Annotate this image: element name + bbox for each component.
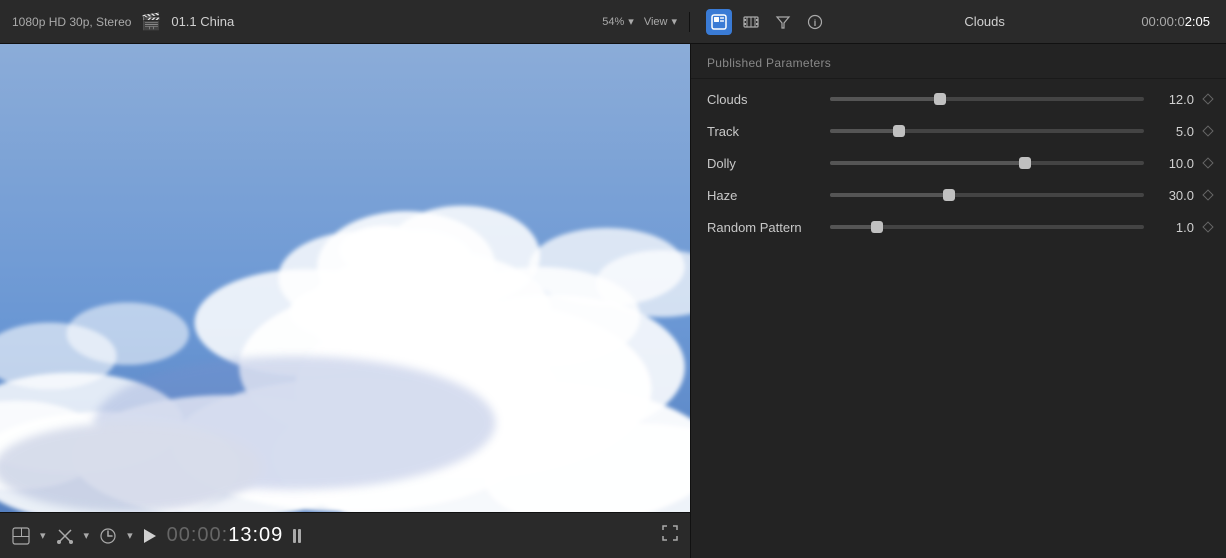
param-row: Random Pattern 1.0 xyxy=(691,211,1226,243)
param-slider-fill xyxy=(830,225,877,229)
param-row: Haze 30.0 xyxy=(691,179,1226,211)
video-panel: ▾ ▾ ▾ xyxy=(0,44,690,558)
layout-button[interactable] xyxy=(12,527,30,545)
param-row: Clouds 12.0 xyxy=(691,83,1226,115)
pause-bar-1 xyxy=(293,529,296,543)
param-value: 12.0 xyxy=(1152,92,1194,107)
project-name: 01.1 China xyxy=(171,14,234,29)
trim-chevron[interactable]: ▾ xyxy=(84,529,90,542)
param-slider[interactable] xyxy=(830,225,1144,229)
timecode-bright: 2:05 xyxy=(1185,14,1210,29)
inspector-panel: Published Parameters Clouds 12.0 Track 5… xyxy=(690,44,1226,558)
viewer-icon-button[interactable] xyxy=(706,9,732,35)
param-slider-thumb[interactable] xyxy=(943,189,955,201)
param-keyframe-diamond[interactable] xyxy=(1202,93,1214,105)
param-slider-track xyxy=(830,97,1144,101)
param-label: Track xyxy=(707,124,822,139)
filmstrip-icon-button[interactable] xyxy=(738,9,764,35)
view-label: View xyxy=(644,16,668,28)
trim-button[interactable] xyxy=(56,527,74,545)
param-slider-track xyxy=(830,193,1144,197)
param-label: Haze xyxy=(707,188,822,203)
param-slider[interactable] xyxy=(830,129,1144,133)
diamond-shape xyxy=(1202,125,1213,136)
param-value: 5.0 xyxy=(1152,124,1194,139)
param-value: 10.0 xyxy=(1152,156,1194,171)
param-slider-track xyxy=(830,225,1144,229)
transport-timecode: 00:00:13:09 xyxy=(167,524,284,547)
param-slider[interactable] xyxy=(830,97,1144,101)
top-timecode: 00:00:02:05 xyxy=(1141,14,1210,29)
param-slider-fill xyxy=(830,129,899,133)
timecode-main: 13:09 xyxy=(228,524,283,546)
timecode-prefix: 00:00:0 xyxy=(1141,14,1184,29)
diamond-shape xyxy=(1202,93,1213,104)
inspector-title: Clouds xyxy=(964,14,1004,29)
param-slider-track xyxy=(830,161,1144,165)
published-params-header: Published Parameters xyxy=(691,44,1226,79)
param-slider-fill xyxy=(830,193,949,197)
diamond-shape xyxy=(1202,189,1213,200)
layout-chevron[interactable]: ▾ xyxy=(40,529,46,542)
svg-text:i: i xyxy=(814,18,817,28)
pause-bar-2 xyxy=(298,529,301,543)
filter-icon-button[interactable] xyxy=(770,9,796,35)
param-keyframe-diamond[interactable] xyxy=(1202,189,1214,201)
zoom-chevron: ▾ xyxy=(628,15,634,28)
param-slider-fill xyxy=(830,97,940,101)
param-slider[interactable] xyxy=(830,193,1144,197)
param-value: 1.0 xyxy=(1152,220,1194,235)
top-bar-left: 1080p HD 30p, Stereo 🎬 01.1 China 54% ▾ … xyxy=(0,12,690,32)
param-label: Dolly xyxy=(707,156,822,171)
param-label: Clouds xyxy=(707,92,822,107)
pause-button[interactable] xyxy=(293,529,301,543)
view-control[interactable]: View ▾ xyxy=(644,15,677,28)
params-list: Clouds 12.0 Track 5.0 Dolly xyxy=(691,79,1226,247)
param-slider-fill xyxy=(830,161,1025,165)
param-keyframe-diamond[interactable] xyxy=(1202,221,1214,233)
param-slider[interactable] xyxy=(830,161,1144,165)
play-button[interactable] xyxy=(143,528,157,544)
param-value: 30.0 xyxy=(1152,188,1194,203)
param-keyframe-diamond[interactable] xyxy=(1202,157,1214,169)
info-icon-button[interactable]: i xyxy=(802,9,828,35)
video-preview xyxy=(0,44,690,512)
zoom-value: 54% xyxy=(602,16,624,28)
inspector-icons: i xyxy=(706,9,828,35)
param-slider-thumb[interactable] xyxy=(934,93,946,105)
diamond-shape xyxy=(1202,157,1213,168)
diamond-shape xyxy=(1202,221,1213,232)
param-slider-thumb[interactable] xyxy=(1019,157,1031,169)
top-bar: 1080p HD 30p, Stereo 🎬 01.1 China 54% ▾ … xyxy=(0,0,1226,44)
param-keyframe-diamond[interactable] xyxy=(1202,125,1214,137)
speed-chevron[interactable]: ▾ xyxy=(127,529,133,542)
view-chevron: ▾ xyxy=(671,15,677,28)
zoom-control[interactable]: 54% ▾ xyxy=(602,15,634,28)
timecode-dim: 00:00: xyxy=(167,524,229,546)
param-slider-track xyxy=(830,129,1144,133)
fullscreen-button[interactable] xyxy=(662,525,678,546)
top-bar-right: i Clouds 00:00:02:05 xyxy=(690,9,1226,35)
param-label: Random Pattern xyxy=(707,220,822,235)
param-slider-thumb[interactable] xyxy=(871,221,883,233)
video-viewport xyxy=(0,44,690,512)
film-icon: 🎬 xyxy=(141,12,161,32)
param-slider-thumb[interactable] xyxy=(893,125,905,137)
param-row: Dolly 10.0 xyxy=(691,147,1226,179)
main-area: ▾ ▾ ▾ xyxy=(0,44,1226,558)
transport-bar: ▾ ▾ ▾ xyxy=(0,512,690,558)
speed-button[interactable] xyxy=(99,527,117,545)
video-info: 1080p HD 30p, Stereo xyxy=(12,15,131,29)
param-row: Track 5.0 xyxy=(691,115,1226,147)
